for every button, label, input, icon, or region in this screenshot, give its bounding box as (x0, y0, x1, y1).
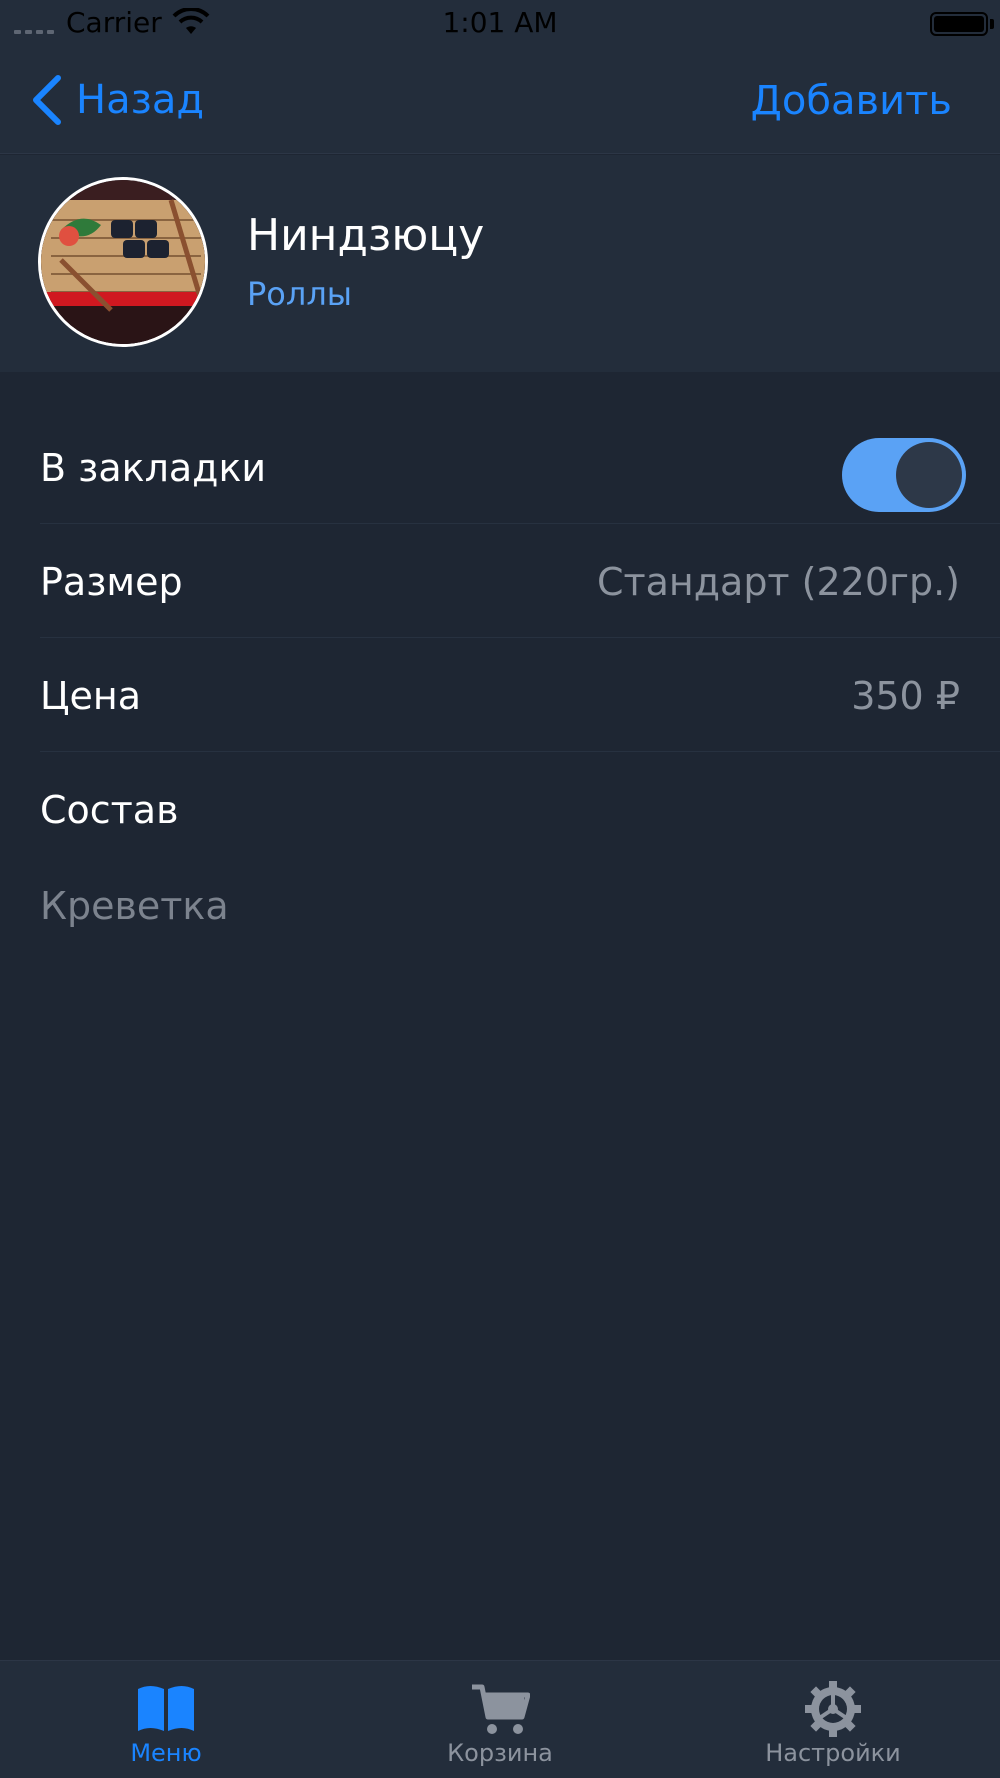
tab-menu-label: Меню (130, 1739, 202, 1767)
size-label: Размер (40, 560, 183, 604)
gear-icon (805, 1681, 861, 1737)
tab-settings[interactable]: Настройки (713, 1661, 953, 1778)
product-title: Ниндзюцу (247, 210, 485, 261)
composition-label: Состав (40, 788, 179, 832)
cart-icon (472, 1684, 530, 1734)
product-detail-screen: Carrier 1:01 AM Назад Добавить Ниндзюцу … (0, 0, 1000, 1778)
size-value: Стандарт (220гр.) (596, 560, 960, 604)
composition-row: Состав (40, 752, 1000, 866)
battery-tip (990, 19, 994, 29)
toggle-knob (896, 442, 962, 508)
bookmarks-toggle[interactable] (842, 438, 966, 512)
tab-bar: Меню Корзина Настройки (0, 1660, 1000, 1778)
price-label: Цена (40, 674, 142, 718)
battery-icon (930, 12, 988, 36)
back-button-label: Назад (76, 77, 205, 123)
product-header: Ниндзюцу Роллы (0, 155, 1000, 372)
product-image (38, 177, 208, 347)
status-bar: Carrier 1:01 AM (0, 0, 1000, 46)
size-row[interactable]: Размер Стандарт (220гр.) (40, 524, 1000, 638)
tab-cart[interactable]: Корзина (380, 1661, 620, 1778)
bookmarks-row: В закладки (40, 410, 1000, 524)
price-row: Цена 350 ₽ (40, 638, 1000, 752)
tab-settings-label: Настройки (765, 1739, 901, 1767)
tab-menu[interactable]: Меню (46, 1661, 286, 1778)
status-time: 1:01 AM (442, 6, 558, 39)
book-icon (138, 1686, 194, 1731)
back-button[interactable]: Назад (28, 74, 204, 126)
chevron-left-icon (33, 75, 61, 125)
product-category: Роллы (247, 275, 353, 313)
composition-value: Креветка (40, 884, 229, 928)
bookmarks-label: В закладки (40, 446, 267, 490)
add-button[interactable]: Добавить (751, 78, 952, 124)
navigation-bar: Назад Добавить (0, 46, 1000, 154)
price-value: 350 ₽ (851, 674, 960, 718)
tab-cart-label: Корзина (447, 1739, 553, 1767)
